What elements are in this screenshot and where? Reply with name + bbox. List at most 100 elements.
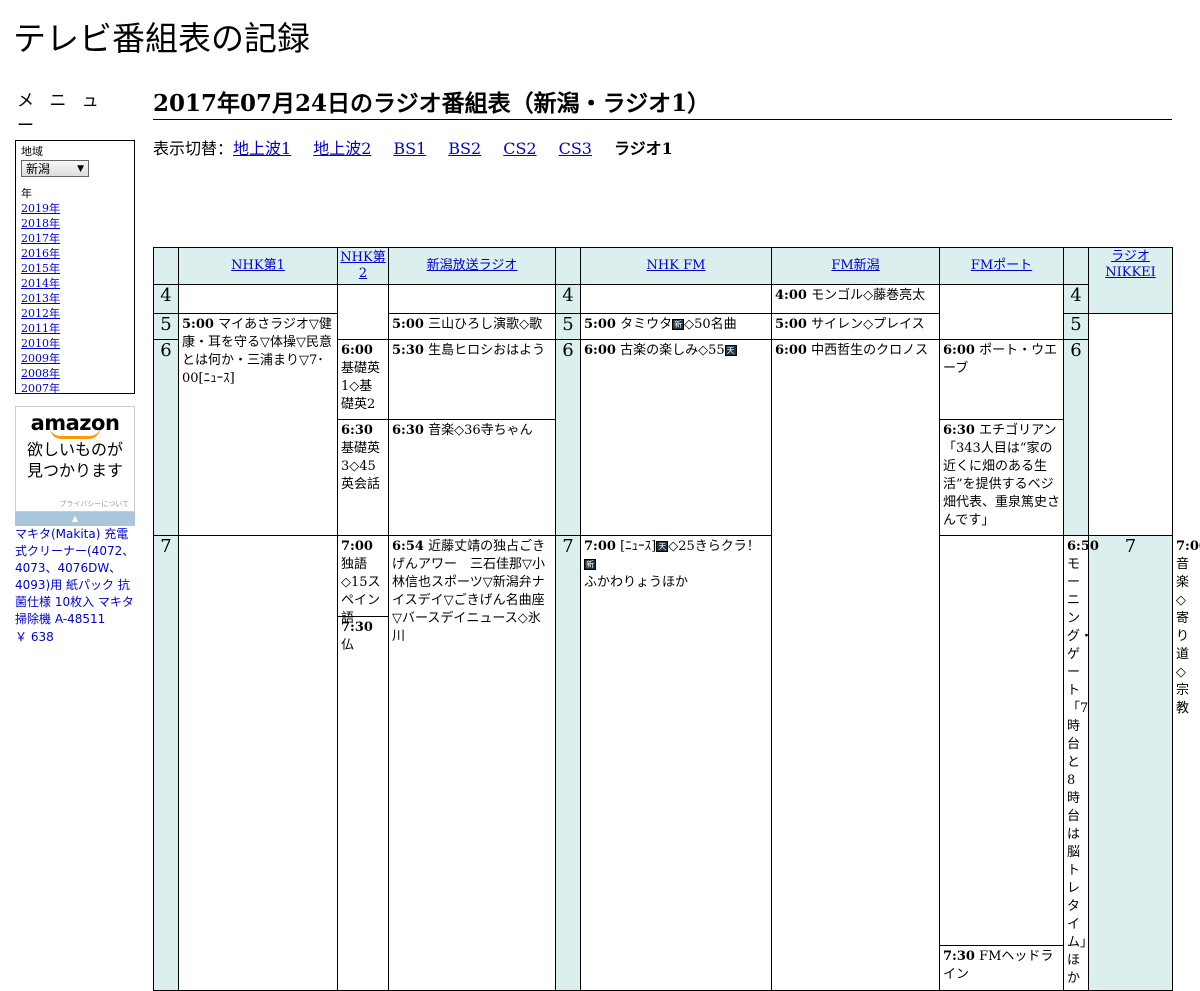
program-cell[interactable]: 6:54 近藤丈靖の独占ごきげんアワー 三石佳那▽小林信也スポーツ▽新潟弁ナイス… [388,535,556,991]
ad-banner[interactable]: amazon 欲しいものが 見つかります プライバシーについて [15,406,135,512]
program-title: 独語◇15スペイン語 [341,557,381,626]
channel-link-niigata-radio[interactable]: 新潟放送ラジオ [427,258,518,273]
ad-product-link[interactable]: マキタ(Makita) 充電式クリーナー(4072、4073、4076DW、40… [15,526,135,628]
amazon-ad[interactable]: amazon 欲しいものが 見つかります プライバシーについて ▲ マキタ(Ma… [15,406,135,645]
channel-link-nhk2[interactable]: NHK第2 [340,250,385,281]
program-time: 5:00 [182,317,214,332]
switch-terrestrial-1[interactable]: 地上波1 [233,139,291,158]
switch-bs1[interactable]: BS1 [393,139,426,158]
chevron-up-icon: ▲ [71,514,79,523]
broadcast-badge-icon: 天 [724,345,737,356]
year-label: 年 [21,187,32,200]
amazon-logo: amazon [30,411,120,435]
year-link-2011[interactable]: 2011年 [21,322,60,335]
program-time: 6:50 [1067,539,1099,554]
switch-terrestrial-2[interactable]: 地上波2 [313,139,371,158]
year-link-2019[interactable]: 2019年 [21,202,60,215]
channel-header-fm-port: FMポート [939,247,1064,285]
grid-row-7: 7 7:00 独語◇15スペイン語 7:30 仏 6:54 近藤丈靖の独占ごきげ… [153,535,1200,991]
grid-row-4: 4 4 4:00 モンゴル◇藤巻亮太 4 [153,284,1173,340]
program-cell-empty [337,284,389,340]
year-link-2013[interactable]: 2013年 [21,292,60,305]
program-cell-continued [178,535,338,991]
year-link-2009[interactable]: 2009年 [21,352,60,365]
program-time: 5:00 [392,317,424,332]
hour-cell-5: 5 [555,313,581,340]
program-title: 音楽◇寄り道◇宗教 [1176,557,1190,716]
year-link-2015[interactable]: 2015年 [21,262,60,275]
region-select[interactable]: 新潟 ▼ [21,160,89,177]
year-link-2018[interactable]: 2018年 [21,217,60,230]
channel-header-niigata-radio: 新潟放送ラジオ [388,247,556,285]
program-cell[interactable]: 7:00 [ﾆｭｰｽ] 天 ◇25きらクラ！ 新 ふかわりょうほか [580,535,772,991]
program-time: 7:00 [1176,539,1200,554]
year-link-2014[interactable]: 2014年 [21,277,60,290]
program-time: 5:00 [584,317,616,332]
program-title: 生島ヒロシおはよう [428,343,546,358]
program-title: エチゴリアン「343人目は“家の近くに畑のある生活”を提供するベジ畑代表、重泉篤… [943,423,1061,528]
program-title-suffix: ◇50名曲 [684,317,737,332]
program-time: 7:30 [943,949,975,964]
switch-cs3[interactable]: CS3 [559,139,592,158]
program-cell[interactable]: 5:00 サイレン◇プレイス [771,313,940,340]
year-link-2016[interactable]: 2016年 [21,247,60,260]
program-time: 6:30 [341,423,373,438]
region-label: 地域 [21,145,43,158]
ad-collapse-bar[interactable]: ▲ [15,512,135,526]
switch-cs2[interactable]: CS2 [503,139,536,158]
year-link-2007[interactable]: 2007年 [21,382,60,395]
hour-cell-6: 6 [555,339,581,536]
program-time: 6:00 [341,343,373,358]
program-time: 6:00 [584,343,616,358]
program-title: サイレン◇プレイス [811,317,925,332]
hour-cell-7: 7 [555,535,581,991]
program-cell-empty [1088,313,1173,536]
program-title: 近藤丈靖の独占ごきげんアワー 三石佳那▽小林信也スポーツ▽新潟弁ナイスデイ▽ごき… [392,539,546,644]
program-time: 6:54 [392,539,424,554]
switch-bs2[interactable]: BS2 [448,139,481,158]
hour-cell-6: 6 [153,339,179,536]
broadcast-badge-icon: 天 [656,541,669,552]
program-cell[interactable]: 6:30 基礎英3◇45英会話 [337,419,389,536]
program-cell[interactable]: 6:50 モーニング・ゲート「7時台と8時台は脳トレタイム」ほか [1063,535,1099,991]
hour-cell-6: 6 [1063,339,1089,536]
channel-link-nhk1[interactable]: NHK第1 [231,258,285,273]
hour-cell-4: 4 [153,284,179,314]
program-cell[interactable]: 6:30 音楽◇36寺ちゃん [388,419,556,536]
program-time: 6:30 [943,423,975,438]
program-title-suffix: ふかわりょうほか [584,575,689,590]
program-cell[interactable]: 5:00 タミウタ新 ◇50名曲 [580,313,772,340]
hour-cell-5: 5 [153,313,179,340]
hour-cell-4: 4 [1063,284,1089,314]
channel-link-fm-port[interactable]: FMポート [971,258,1032,273]
hour-header [1063,247,1089,285]
year-link-2012[interactable]: 2012年 [21,307,60,320]
channel-link-nhkfm[interactable]: NHK FM [647,258,706,273]
hour-cell-5: 5 [1063,313,1089,340]
channel-link-radio-nikkei[interactable]: ラジオNIKKEI [1105,249,1156,280]
year-link-2008[interactable]: 2008年 [21,367,60,380]
program-time: 7:30 [341,620,373,635]
hour-header [153,247,179,285]
program-cell[interactable]: 6:00 基礎英1◇基礎英2 [337,339,389,420]
year-link-2017[interactable]: 2017年 [21,232,60,245]
ad-privacy-link[interactable]: プライバシーについて [59,499,129,509]
program-title: タミウタ [620,317,673,332]
program-cell-fm-niigata-0730[interactable]: 7:30 FMヘッドライン [939,535,1064,991]
program-cell[interactable]: 4:00 モンゴル◇藤巻亮太 [771,284,940,314]
program-cell[interactable]: 7:00 独語◇15スペイン語 7:30 仏 [337,535,389,991]
program-cell[interactable]: 6:00 ポート・ウエーブ [939,339,1064,420]
year-link-2010[interactable]: 2010年 [21,337,60,350]
program-cell[interactable]: 5:00 三山ひろし演歌◇歌 [388,313,556,340]
program-title: 基礎英1◇基礎英2 [341,361,381,412]
program-cell[interactable]: 6:00 古楽の楽しみ◇55 天 [580,339,772,536]
ad-price: ￥ 638 [15,630,54,644]
hour-cell-4: 4 [555,284,581,314]
program-cell[interactable]: 6:30 エチゴリアン「343人目は“家の近くに畑のある生活”を提供するベジ畑代… [939,419,1064,536]
hour-cell-7: 7 [1088,535,1173,991]
program-title: 三山ひろし演歌◇歌 [428,317,543,332]
program-cell[interactable]: 5:00 マイあさラジオ▽健康・耳を守る▽体操▽民意とは何か・三浦まり▽7･00… [178,313,338,536]
channel-link-fm-niigata[interactable]: FM新潟 [831,258,879,273]
program-cell[interactable]: 5:30 生島ヒロシおはよう [388,339,556,420]
program-cell[interactable]: 6:00 中西哲生のクロノス [771,339,940,991]
